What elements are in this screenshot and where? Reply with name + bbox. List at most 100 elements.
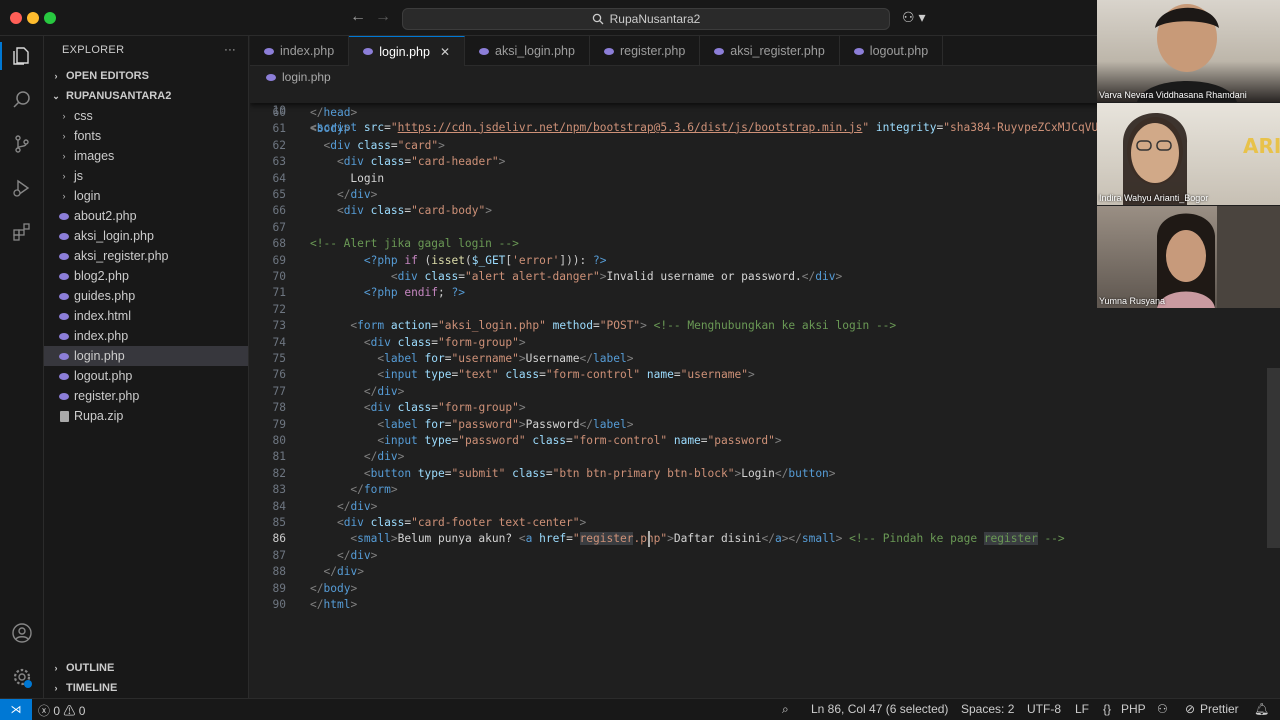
tab-index-php[interactable]: index.php: [250, 36, 350, 66]
breadcrumb-file[interactable]: login.php: [282, 70, 331, 84]
problems-indicator[interactable]: ⓧ 0 ⚠ 0: [38, 702, 85, 719]
line-number: 87: [272, 548, 286, 562]
tab-logout-php[interactable]: logout.php: [840, 36, 944, 66]
tab-login-php[interactable]: login.php ✕: [349, 36, 466, 66]
code-line-row[interactable]: 70 <div class="alert alert-danger">Inval…: [250, 269, 1097, 285]
warning-icon: ⚠: [63, 704, 76, 718]
code-line-row[interactable]: 65 </div>: [250, 187, 1097, 203]
code-line-row[interactable]: 62 <div class="card">: [250, 138, 1097, 154]
close-tab-icon[interactable]: ✕: [440, 45, 450, 59]
code-line-row[interactable]: 78 <div class="form-group">: [250, 400, 1097, 416]
tab-register-php[interactable]: register.php: [590, 36, 701, 66]
tree-file[interactable]: register.php: [44, 386, 248, 406]
php-file-icon: [603, 47, 614, 55]
code-line-row[interactable]: 66 <div class="card-body">: [250, 203, 1097, 219]
back-arrow-icon[interactable]: ←: [350, 8, 366, 26]
code-line-row[interactable]: 76 <input type="text" class="form-contro…: [250, 367, 1097, 383]
code-line-row[interactable]: 75 <label for="username">Username</label…: [250, 351, 1097, 367]
maximize-window-button[interactable]: [44, 12, 56, 24]
code-line-row[interactable]: 85 <div class="card-footer text-center">: [250, 515, 1097, 531]
indentation[interactable]: Spaces: 2: [961, 702, 1014, 716]
zip-file-icon: [58, 410, 70, 422]
tree-file[interactable]: index.html: [44, 306, 248, 326]
encoding[interactable]: UTF-8: [1027, 702, 1061, 716]
code-line-row[interactable]: 72: [250, 302, 1097, 318]
code-line-row[interactable]: 81 </div>: [250, 449, 1097, 465]
code-line-row[interactable]: 84 </div>: [250, 499, 1097, 515]
tree-file[interactable]: Rupa.zip: [44, 406, 248, 426]
tree-file[interactable]: login.php: [44, 346, 248, 366]
tree-file[interactable]: aksi_login.php: [44, 226, 248, 246]
settings-gear-icon[interactable]: [8, 663, 36, 691]
cursor-position[interactable]: Ln 86, Col 47 (6 selected): [811, 702, 948, 716]
code-line-row[interactable]: 77 </div>: [250, 384, 1097, 400]
code-line-row[interactable]: 71 <?php endif; ?>: [250, 285, 1097, 301]
notifications-bell-icon[interactable]: 🔔︎: [1254, 702, 1269, 716]
code-line-row[interactable]: 79 <label for="password">Password</label…: [250, 417, 1097, 433]
code-line: <div class="form-group">: [363, 401, 526, 415]
source-control-icon[interactable]: [8, 130, 36, 158]
forward-arrow-icon[interactable]: →: [375, 8, 391, 26]
tree-folder[interactable]: › images: [44, 146, 248, 166]
copilot-icon[interactable]: ⚇ ▾: [902, 9, 925, 26]
code-line-row[interactable]: 69 <?php if (isset($_GET['error'])): ?>: [250, 253, 1097, 269]
tree-file[interactable]: guides.php: [44, 286, 248, 306]
code-line-row[interactable]: 80 <input type="password" class="form-co…: [250, 433, 1097, 449]
timeline-section[interactable]: › TIMELINE: [44, 678, 249, 698]
line-number: 79: [272, 417, 286, 431]
tab-aksi_register-php[interactable]: aksi_register.php: [700, 36, 840, 66]
text-cursor: [648, 531, 650, 548]
editor-scrollbar[interactable]: [1267, 368, 1280, 548]
code-line: <button type="submit" class="btn btn-pri…: [363, 466, 836, 480]
tree-folder[interactable]: › js: [44, 166, 248, 186]
tab-aksi_login-php[interactable]: aksi_login.php: [465, 36, 590, 66]
code-line-row[interactable]: 73 <form action="aksi_login.php" method=…: [250, 318, 1097, 334]
code-line-row[interactable]: 87 </div>: [250, 548, 1097, 564]
participant-video-1: Varva Nevara Viddhasana Rhamdani: [1097, 0, 1280, 102]
code-line-row[interactable]: 82 <button type="submit" class="btn btn-…: [250, 466, 1097, 482]
tree-file[interactable]: blog2.php: [44, 266, 248, 286]
code-line: </div>: [336, 499, 378, 513]
language-mode[interactable]: PHP: [1121, 702, 1146, 716]
close-window-button[interactable]: [10, 12, 22, 24]
command-center-search[interactable]: RupaNusantara2: [402, 8, 890, 30]
open-editors-section[interactable]: › OPEN EDITORS: [44, 66, 248, 86]
code-line: <!-- Alert jika gagal login -->: [310, 237, 519, 251]
tree-folder[interactable]: › login: [44, 186, 248, 206]
account-icon[interactable]: [8, 619, 36, 647]
end-of-line[interactable]: LF: [1075, 702, 1089, 716]
tree-item-label: login: [74, 189, 101, 203]
code-line-row[interactable]: 67: [250, 220, 1097, 236]
tree-file[interactable]: aksi_register.php: [44, 246, 248, 266]
code-line-row[interactable]: 86 <small>Belum punya akun? <a href="reg…: [250, 531, 1097, 547]
explorer-files-icon[interactable]: [0, 42, 36, 70]
minimize-window-button[interactable]: [27, 12, 39, 24]
tree-file[interactable]: index.php: [44, 326, 248, 346]
code-line-row[interactable]: 64 Login: [250, 171, 1097, 187]
copilot-status-icon[interactable]: ⚇: [1157, 702, 1168, 716]
search-icon[interactable]: [8, 86, 36, 114]
code-line-row[interactable]: 74 <div class="form-group">: [250, 335, 1097, 351]
code-line-row[interactable]: 63 <div class="card-header">: [250, 154, 1097, 170]
code-editor[interactable]: 10 <script src="https://cdn.jsdelivr.net…: [250, 87, 1097, 698]
remote-indicator-icon[interactable]: ⋊: [0, 699, 32, 720]
sticky-scroll-line[interactable]: 10 <script src="https://cdn.jsdelivr.net…: [250, 87, 1097, 134]
tree-folder[interactable]: › fonts: [44, 126, 248, 146]
zoom-icon[interactable]: ⌕: [782, 702, 789, 717]
outline-section[interactable]: › OUTLINE: [44, 658, 249, 678]
extensions-icon[interactable]: [8, 218, 36, 246]
tree-file[interactable]: about2.php: [44, 206, 248, 226]
formatter[interactable]: Prettier: [1200, 702, 1239, 716]
code-line-row[interactable]: 68 <!-- Alert jika gagal login -->: [250, 236, 1097, 252]
code-line-row[interactable]: 89 </body>: [250, 581, 1097, 597]
run-debug-icon[interactable]: [8, 174, 36, 202]
chevron-right-icon: ›: [62, 191, 66, 201]
project-folder-section[interactable]: ⌄ RUPANUSANTARA2: [44, 86, 248, 106]
code-line-row[interactable]: 88 </div>: [250, 564, 1097, 580]
code-line: </div>: [363, 384, 405, 398]
tree-file[interactable]: logout.php: [44, 366, 248, 386]
code-line-row[interactable]: 90 </html>: [250, 597, 1097, 613]
code-line-row[interactable]: 83 </form>: [250, 482, 1097, 498]
tree-folder[interactable]: › css: [44, 106, 248, 126]
more-actions-icon[interactable]: ···: [224, 44, 236, 56]
